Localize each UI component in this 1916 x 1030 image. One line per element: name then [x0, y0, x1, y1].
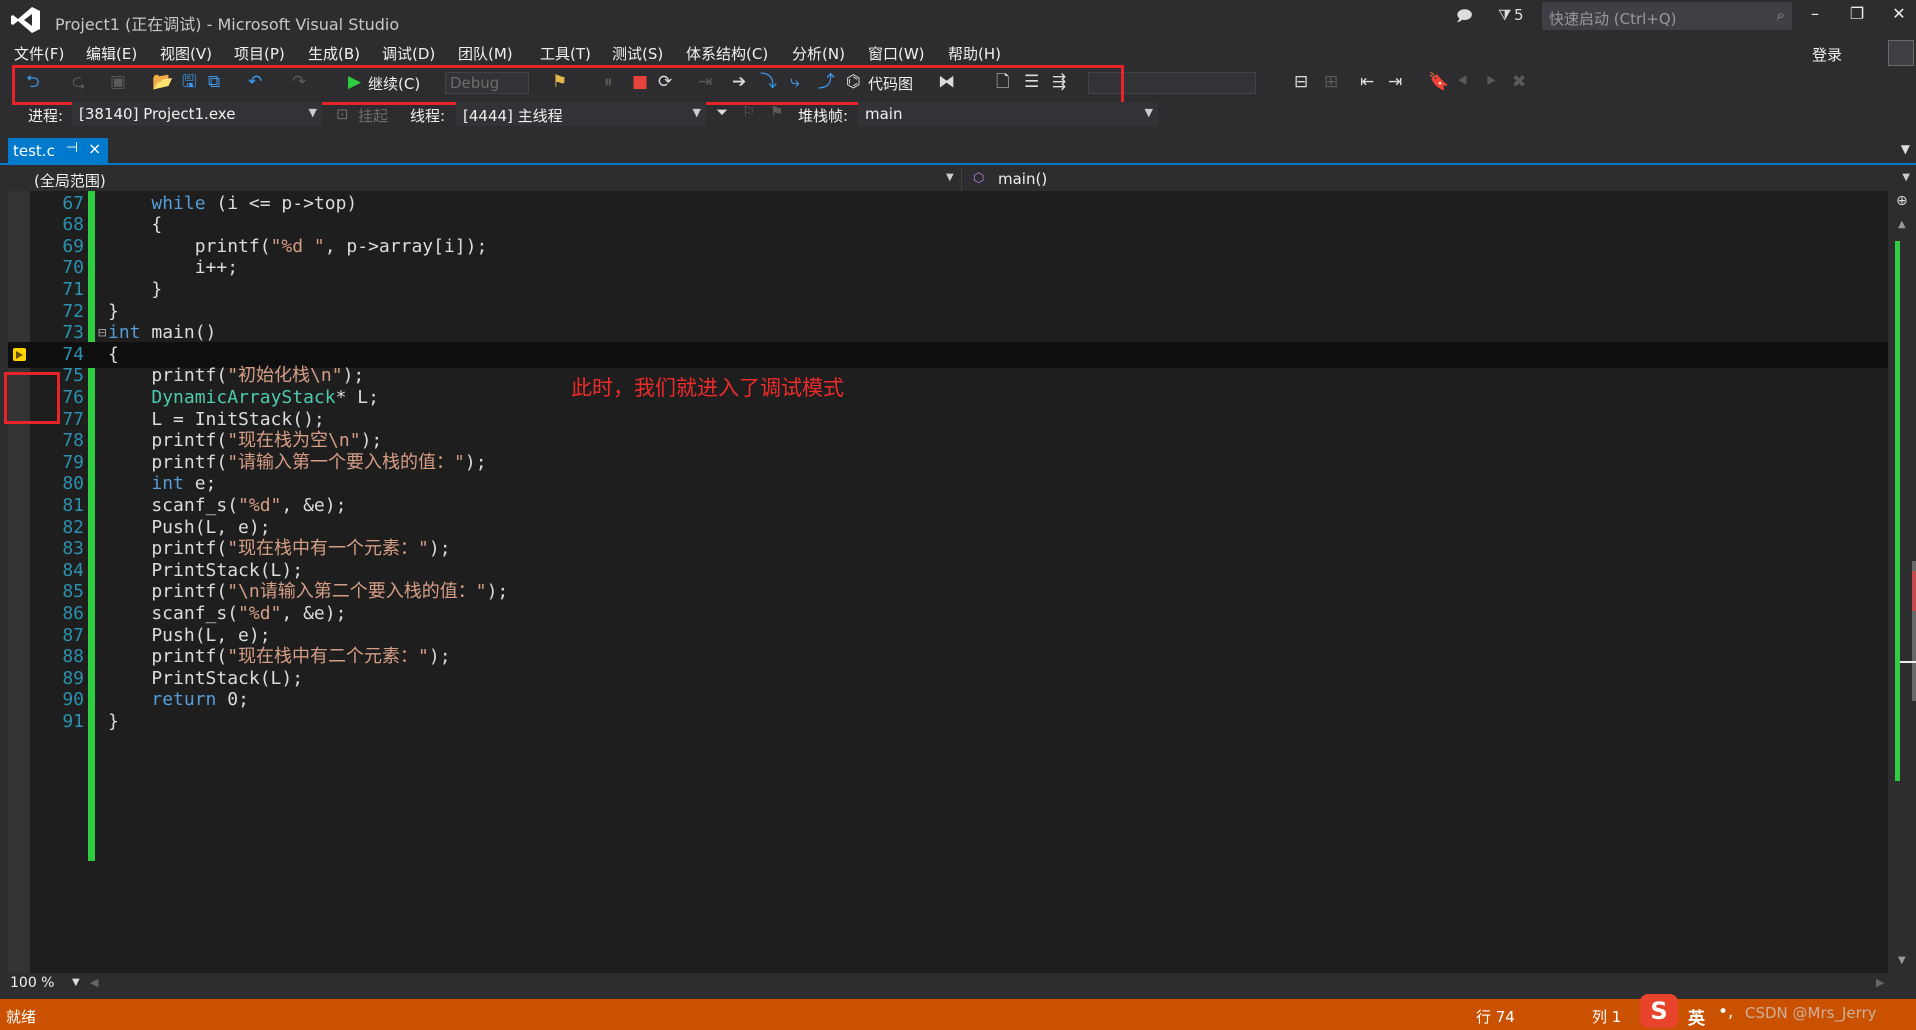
process-label: 进程: — [28, 107, 64, 125]
indent-right-icon[interactable]: ⇥ — [1388, 72, 1402, 92]
scroll-left-icon[interactable]: ◀ — [90, 976, 98, 989]
menu-analyze[interactable]: 分析(N) — [792, 43, 845, 64]
thread-label: 线程: — [410, 107, 446, 125]
thread-value: [4444] 主线程 — [463, 107, 563, 125]
feedback-icon[interactable]: 🗩 — [1456, 6, 1473, 31]
outdent-icon[interactable]: ⇤ — [1360, 72, 1374, 92]
quick-launch-placeholder: 快速启动 (Ctrl+Q) — [1549, 10, 1677, 28]
filter-icon[interactable]: ⏷ — [716, 103, 728, 121]
chevron-down-icon[interactable]: ▼ — [1902, 172, 1910, 183]
restore-icon[interactable]: ❐ — [1842, 4, 1872, 23]
visual-studio-logo-icon — [11, 7, 40, 33]
prev-bookmark-icon[interactable]: ⯇ — [1456, 72, 1470, 92]
code-editor[interactable]: 67 while (i <= p->top) 68 {69 printf("%d … — [8, 191, 1888, 973]
menu-file[interactable]: 文件(F) — [14, 43, 64, 64]
process-select[interactable]: [38140] Project1.exe ▼ — [72, 102, 322, 126]
thread-select[interactable]: [4444] 主线程 ▼ — [456, 102, 706, 126]
quick-launch-input[interactable]: 快速启动 (Ctrl+Q) ⌕ — [1542, 2, 1792, 30]
tab-label: test.c — [13, 142, 55, 160]
scope-select[interactable]: (全局范围) — [34, 170, 106, 191]
chevron-down-icon[interactable]: ▼ — [72, 977, 80, 988]
stackframe-select[interactable]: main ▼ — [858, 102, 1158, 126]
close-window-icon[interactable]: ✕ — [1884, 4, 1914, 23]
menu-view[interactable]: 视图(V) — [160, 43, 212, 64]
scroll-down-icon[interactable]: ▼ — [1898, 955, 1906, 966]
execution-pointer-icon — [13, 347, 26, 361]
document-tab-strip: test.c ⊣ × ▼ — [0, 138, 1916, 165]
scroll-breakpoint-marker — [1912, 571, 1916, 611]
menu-edit[interactable]: 编辑(E) — [86, 43, 137, 64]
scroll-caret-marker — [1900, 661, 1916, 663]
clear-bookmarks-icon[interactable]: ✖ — [1512, 72, 1526, 92]
code-text[interactable]: } — [108, 709, 119, 735]
stackframe-value: main — [865, 105, 903, 123]
chevron-down-icon: ▼ — [692, 106, 701, 119]
function-select[interactable]: main() — [998, 170, 1047, 188]
user-avatar[interactable] — [1888, 40, 1914, 66]
debug-location-toolbar: 进程: [38140] Project1.exe ▼ ⊡ 挂起 线程: [444… — [0, 98, 1916, 130]
ime-language[interactable]: 英 — [1688, 1004, 1705, 1029]
annotation-text: 此时，我们就进入了调试模式 — [571, 376, 844, 400]
minimize-icon[interactable]: – — [1800, 4, 1830, 23]
suspend-icon[interactable]: ⊡ — [336, 105, 349, 123]
next-bookmark-icon[interactable]: ⯈ — [1484, 72, 1498, 92]
menu-tools[interactable]: 工具(T) — [540, 43, 591, 64]
split-icon[interactable]: ⊕ — [1896, 193, 1908, 209]
process-value: [38140] Project1.exe — [79, 105, 236, 123]
status-line: 行 74 — [1476, 1008, 1515, 1026]
menu-team[interactable]: 团队(M) — [458, 43, 513, 64]
menu-debug[interactable]: 调试(D) — [382, 43, 435, 64]
code-line[interactable]: 91} — [8, 709, 1888, 735]
zoom-select[interactable]: 100 % — [10, 975, 54, 991]
menu-bar: 文件(F) 编辑(E) 视图(V) 项目(P) 生成(B) 调试(D) 团队(M… — [0, 40, 1916, 66]
nav-divider — [961, 168, 962, 191]
menu-architecture[interactable]: 体系结构(C) — [686, 43, 768, 64]
title-bar: Project1 (正在调试) - Microsoft Visual Studi… — [0, 0, 1916, 40]
tab-overflow-icon[interactable]: ▼ — [1901, 142, 1910, 156]
vertical-scrollbar[interactable]: ⊕ ▲ ▼ — [1888, 191, 1916, 973]
notifications-filter-icon[interactable]: ⧩ — [1498, 6, 1511, 24]
function-icon: ⬡ — [973, 171, 985, 186]
stackframe-label: 堆栈帧: — [798, 107, 849, 125]
flag-thread-icon[interactable]: ⚐ — [742, 103, 755, 121]
ime-punctuation-icon[interactable]: •, — [1718, 1002, 1733, 1022]
tab-test-c[interactable]: test.c ⊣ × — [8, 138, 108, 163]
login-link[interactable]: 登录 — [1812, 44, 1842, 65]
navigation-bar: (全局范围) ▼ ⬡ main() ▼ — [8, 168, 1916, 192]
notifications-count[interactable]: 5 — [1514, 6, 1524, 24]
menu-project[interactable]: 项目(P) — [234, 43, 285, 64]
status-column: 列 1 — [1592, 1008, 1622, 1026]
menu-build[interactable]: 生成(B) — [308, 43, 360, 64]
solution-explorer-icon[interactable]: ⊟ — [1294, 72, 1308, 92]
watermark: CSDN @Mrs_Jerry — [1745, 1004, 1877, 1022]
line-number: 91 — [62, 711, 84, 732]
bookmark-icon[interactable]: 🔖 — [1428, 72, 1449, 92]
scroll-change-marker — [1895, 241, 1900, 781]
properties-icon[interactable]: ⊞ — [1324, 72, 1338, 92]
show-flagged-icon[interactable]: ⚑ — [770, 103, 783, 121]
chevron-down-icon[interactable]: ▼ — [946, 172, 954, 183]
menu-window[interactable]: 窗口(W) — [868, 43, 925, 64]
status-ready: 就绪 — [6, 1008, 37, 1026]
chevron-down-icon: ▼ — [308, 106, 317, 119]
status-bar: 就绪 行 74 列 1 — [0, 999, 1916, 1030]
pin-icon[interactable]: ⊣ — [66, 140, 78, 156]
scroll-up-icon[interactable]: ▲ — [1898, 219, 1906, 230]
suspend-button[interactable]: 挂起 — [358, 105, 388, 126]
execution-pointer-highlight-box — [4, 372, 60, 424]
menu-test[interactable]: 测试(S) — [612, 43, 663, 64]
chevron-down-icon: ▼ — [1144, 106, 1153, 119]
search-icon[interactable]: ⌕ — [1777, 6, 1785, 24]
close-icon[interactable]: × — [88, 139, 101, 158]
sogou-ime-icon[interactable]: S — [1640, 994, 1678, 1028]
menu-help[interactable]: 帮助(H) — [948, 43, 1001, 64]
scroll-right-icon[interactable]: ▶ — [1876, 976, 1884, 989]
editor-bottom-bar: 100 % ▼ ◀ ▶ — [0, 973, 1916, 995]
window-title: Project1 (正在调试) - Microsoft Visual Studi… — [55, 15, 400, 34]
